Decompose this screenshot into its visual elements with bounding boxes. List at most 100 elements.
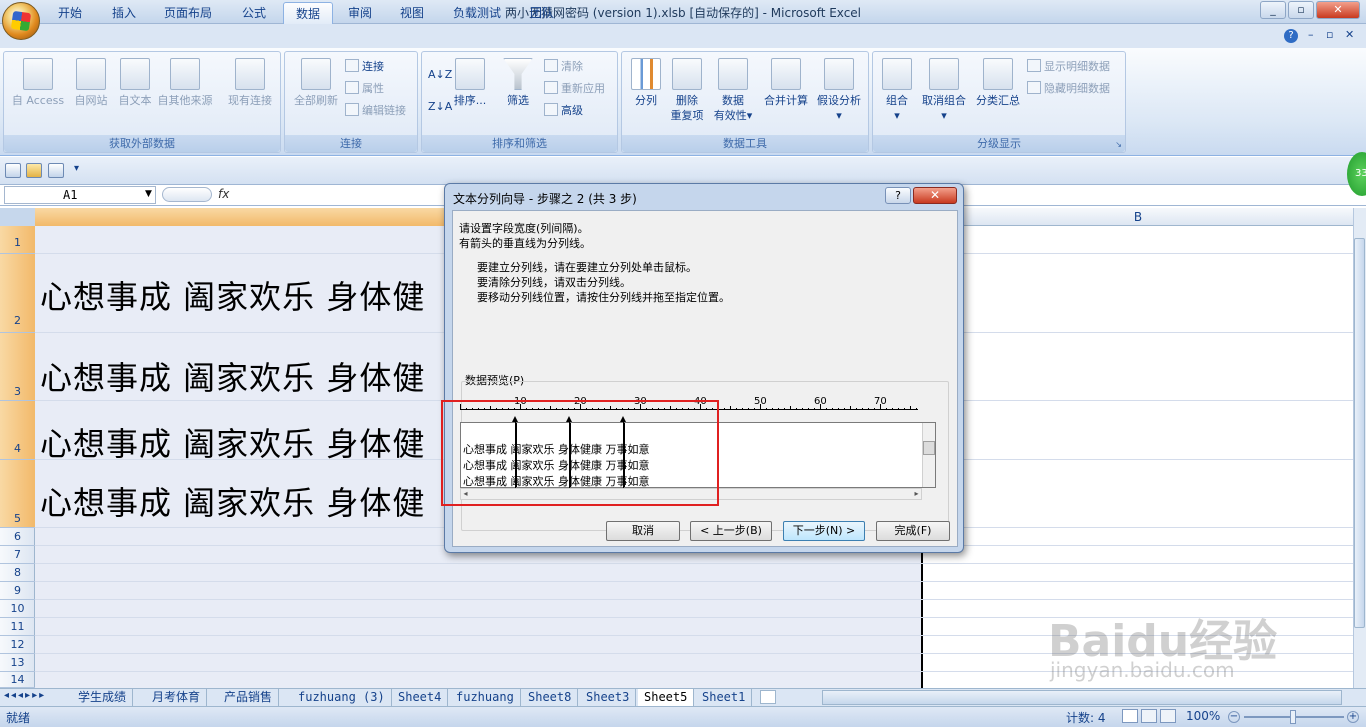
sort-button[interactable]: 排序... (450, 58, 490, 108)
existing-connections-button[interactable]: 现有连接 (222, 58, 278, 108)
tab-insert[interactable]: 插入 (100, 2, 148, 24)
horizontal-scrollbar[interactable] (822, 690, 1342, 705)
maximize-button[interactable]: ▫ (1288, 1, 1314, 19)
tab-load-test[interactable]: 负载测试 (441, 2, 513, 24)
preview-scroll-thumb[interactable] (923, 441, 935, 455)
office-button[interactable] (2, 2, 40, 40)
minimize-button[interactable]: _ (1260, 1, 1286, 19)
text-to-columns-button[interactable]: 分列 (626, 58, 666, 108)
sheet-tab[interactable]: 产品销售 (218, 689, 280, 706)
zoom-level[interactable]: 100% (1186, 709, 1220, 723)
ribbon-restore-icon[interactable]: ▫ (1326, 28, 1333, 41)
ungroup-button[interactable]: 取消组合 ▾ (917, 58, 971, 123)
print-icon[interactable] (48, 163, 64, 178)
from-access-button[interactable]: 自 Access (6, 58, 70, 108)
row-header-9[interactable]: 9 (0, 582, 35, 600)
zoom-out-icon[interactable]: − (1228, 711, 1240, 723)
select-all-corner[interactable] (0, 208, 35, 226)
edit-links-button[interactable]: 编辑链接 (345, 102, 406, 118)
normal-view-icon[interactable] (1122, 709, 1138, 723)
row-header-6[interactable]: 6 (0, 528, 35, 546)
vertical-scroll-thumb[interactable] (1354, 238, 1365, 628)
sheet-tab[interactable]: Sheet3 (580, 689, 637, 706)
row-header-3[interactable]: 3 (0, 333, 35, 401)
consolidate-button[interactable]: 合并计算 (760, 58, 812, 108)
sort-ascending-icon[interactable]: A↓Z (428, 68, 452, 81)
sheet-tab[interactable]: Sheet1 (696, 689, 753, 706)
subtotal-button[interactable]: 分类汇总 (971, 58, 1025, 108)
sheet-tab[interactable]: 学生成绩 (72, 689, 134, 706)
hide-detail-button[interactable]: 隐藏明细数据 (1027, 80, 1110, 96)
insert-function-icon[interactable]: fx (218, 187, 229, 201)
next-button[interactable]: 下一步(N) > (783, 521, 865, 541)
finish-button[interactable]: 完成(F) (876, 521, 950, 541)
sheet-tab[interactable]: Sheet4 (392, 689, 449, 706)
dialog-close-icon[interactable]: ✕ (913, 187, 957, 204)
zoom-in-icon[interactable]: + (1347, 711, 1359, 723)
tab-home[interactable]: 开始 (46, 2, 94, 24)
name-box-dropdown-icon[interactable]: ▼ (145, 189, 152, 199)
tab-data[interactable]: 数据 (283, 2, 334, 24)
open-folder-icon[interactable] (26, 163, 42, 178)
save-icon[interactable] (5, 163, 21, 178)
filter-button[interactable]: 筛选 (498, 58, 538, 108)
sheet-nav-arrows-icon[interactable]: ◂◂◂▸▸▸ (4, 690, 46, 701)
remove-duplicates-button[interactable]: 删除 重复项 (666, 58, 708, 123)
dialog-launcher-icon[interactable]: ↘ (1115, 140, 1122, 149)
sheet-tab[interactable]: fuzhuang (3) (292, 689, 392, 706)
tab-page-layout[interactable]: 页面布局 (152, 2, 224, 24)
from-other-sources-button[interactable]: 自其他来源 (152, 58, 218, 108)
advanced-button[interactable]: 高级 (544, 102, 583, 118)
name-box[interactable]: A1 (4, 186, 156, 204)
clear-button[interactable]: 清除 (544, 58, 583, 74)
row-header-8[interactable]: 8 (0, 564, 35, 582)
connections-button[interactable]: 连接 (345, 58, 384, 74)
tab-team[interactable]: 团队 (518, 2, 566, 24)
tab-review[interactable]: 审阅 (336, 2, 384, 24)
close-button[interactable]: ✕ (1316, 1, 1360, 19)
row-header-10[interactable]: 10 (0, 600, 35, 618)
preview-vertical-scrollbar[interactable] (922, 423, 935, 487)
formula-bar-expand-icon[interactable] (162, 187, 212, 202)
page-break-view-icon[interactable] (1160, 709, 1176, 723)
sheet-tab[interactable]: fuzhuang (450, 689, 521, 706)
row-header-5[interactable]: 5 (0, 460, 35, 528)
row-header-2[interactable]: 2 (0, 254, 35, 333)
tab-formulas[interactable]: 公式 (230, 2, 278, 24)
row-header-14[interactable]: 14 (0, 672, 35, 688)
refresh-all-button[interactable]: 全部刷新 (287, 58, 345, 108)
new-sheet-icon[interactable] (760, 690, 776, 704)
sort-descending-icon[interactable]: Z↓A (428, 100, 452, 113)
back-button[interactable]: < 上一步(B) (690, 521, 772, 541)
workbook-close-icon[interactable]: ✕ (1345, 28, 1354, 41)
dialog-help-icon[interactable]: ? (885, 187, 911, 204)
cell-a5[interactable]: 心想事成 阖家欢乐 身体健 (40, 478, 445, 524)
sheet-tab-active[interactable]: Sheet5 (638, 689, 695, 706)
page-layout-view-icon[interactable] (1141, 709, 1157, 723)
help-icon[interactable]: ? (1284, 29, 1298, 43)
row-header-1[interactable]: 1 (0, 226, 35, 254)
what-if-analysis-button[interactable]: 假设分析 ▾ (812, 58, 866, 123)
row-header-13[interactable]: 13 (0, 654, 35, 672)
tab-view[interactable]: 视图 (388, 2, 436, 24)
sheet-tab[interactable]: 月考体育 (146, 689, 208, 706)
row-header-12[interactable]: 12 (0, 636, 35, 654)
data-validation-button[interactable]: 数据 有效性▾ (710, 58, 756, 123)
reapply-button[interactable]: 重新应用 (544, 80, 605, 96)
group-button[interactable]: 组合 ▾ (877, 58, 917, 123)
row-header-11[interactable]: 11 (0, 618, 35, 636)
ribbon-minimize-icon[interactable]: – (1308, 28, 1314, 41)
cancel-button[interactable]: 取消 (606, 521, 680, 541)
from-web-button[interactable]: 自网站 (66, 58, 116, 108)
column-header-b[interactable]: B (923, 208, 1353, 226)
row-header-7[interactable]: 7 (0, 546, 35, 564)
sheet-tab[interactable]: Sheet8 (522, 689, 579, 706)
cell-a2[interactable]: 心想事成 阖家欢乐 身体健 (40, 272, 445, 318)
cell-a3[interactable]: 心想事成 阖家欢乐 身体健 (40, 353, 445, 399)
row-header-4[interactable]: 4 (0, 401, 35, 460)
show-detail-button[interactable]: 显示明细数据 (1027, 58, 1110, 74)
cell-a4[interactable]: 心想事成 阖家欢乐 身体健 (40, 419, 445, 465)
customize-toolbar-icon[interactable]: ▾ (74, 163, 79, 174)
zoom-slider-thumb[interactable] (1290, 710, 1296, 724)
properties-button[interactable]: 属性 (345, 80, 384, 96)
